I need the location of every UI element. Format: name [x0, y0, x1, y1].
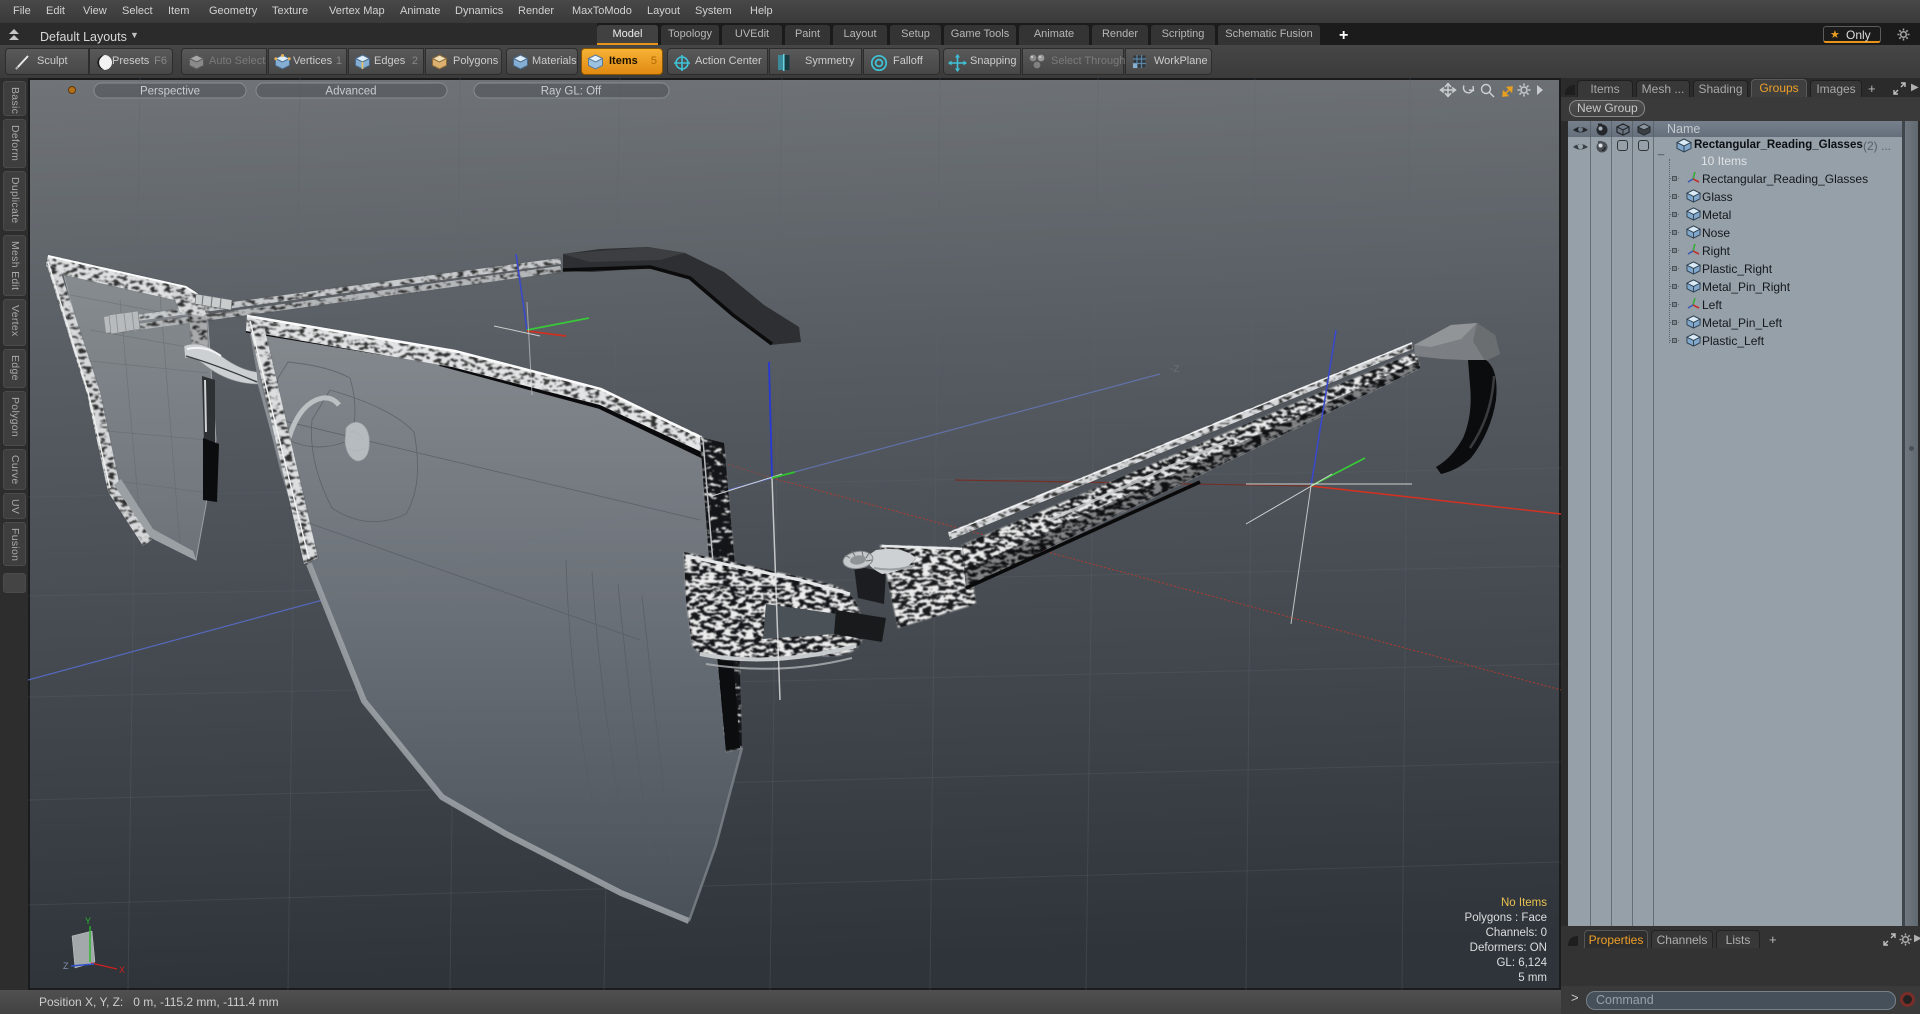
svg-text:Perspective: Perspective	[140, 86, 200, 98]
svg-text:Deformers: ON: Deformers: ON	[1470, 942, 1547, 954]
svg-text:X: X	[119, 965, 125, 975]
svg-text:Channels: 0: Channels: 0	[1486, 927, 1547, 939]
svg-text:No Items: No Items	[1501, 897, 1547, 909]
svg-text:-Z: -Z	[1170, 364, 1179, 375]
svg-text:Polygons : Face: Polygons : Face	[1465, 912, 1547, 924]
svg-text:5 mm: 5 mm	[1518, 972, 1547, 984]
svg-text:Z: Z	[63, 961, 69, 971]
svg-text:Ray GL: Off: Ray GL: Off	[541, 86, 602, 98]
svg-text:Y: Y	[85, 916, 91, 926]
svg-text:GL: 6,124: GL: 6,124	[1496, 957, 1547, 969]
svg-text:Advanced: Advanced	[325, 86, 376, 98]
